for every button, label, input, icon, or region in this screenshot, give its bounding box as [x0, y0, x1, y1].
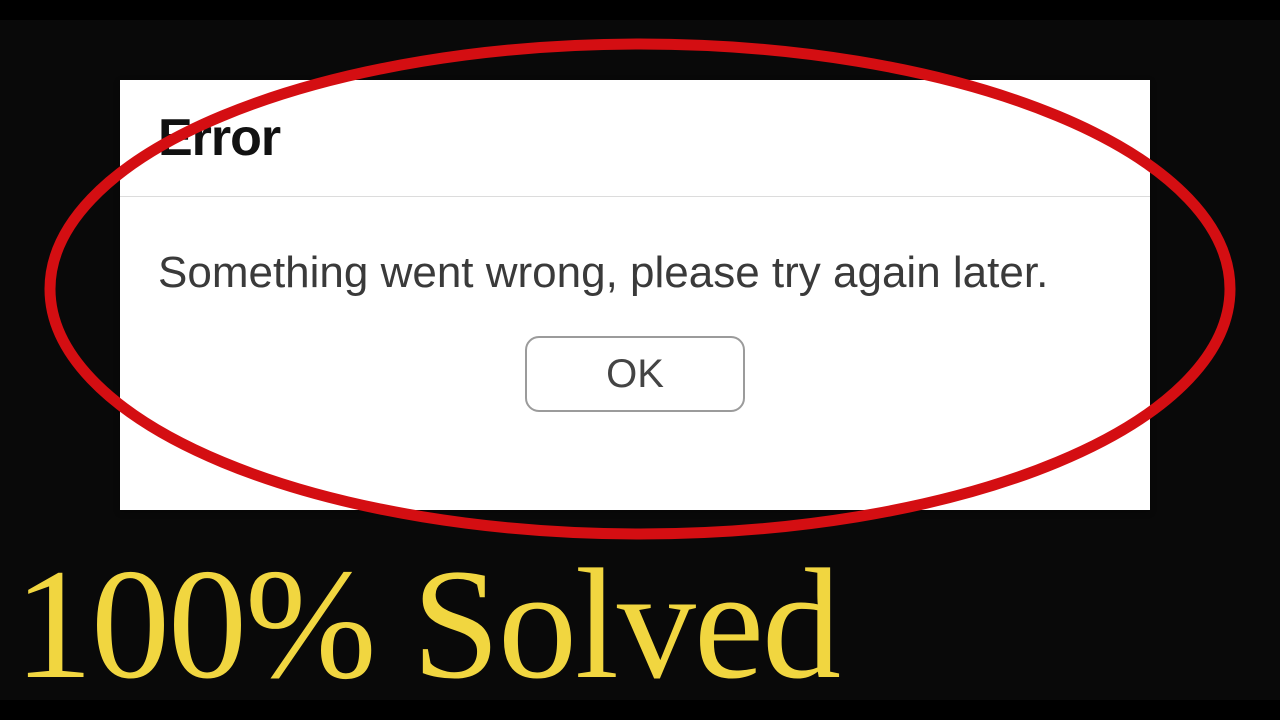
dialog-body: Something went wrong, please try again l… — [120, 197, 1150, 412]
solved-banner-text: 100% Solved — [14, 550, 839, 700]
error-dialog: Error Something went wrong, please try a… — [120, 80, 1150, 510]
dialog-message: Something went wrong, please try again l… — [158, 245, 1112, 300]
dialog-header: Error — [120, 80, 1150, 197]
ok-button[interactable]: OK — [525, 336, 745, 412]
letterbox-bottom — [0, 700, 1280, 720]
letterbox-top — [0, 0, 1280, 20]
thumbnail-stage: Error Something went wrong, please try a… — [0, 20, 1280, 700]
dialog-actions: OK — [158, 336, 1112, 412]
dialog-title: Error — [158, 108, 1112, 168]
